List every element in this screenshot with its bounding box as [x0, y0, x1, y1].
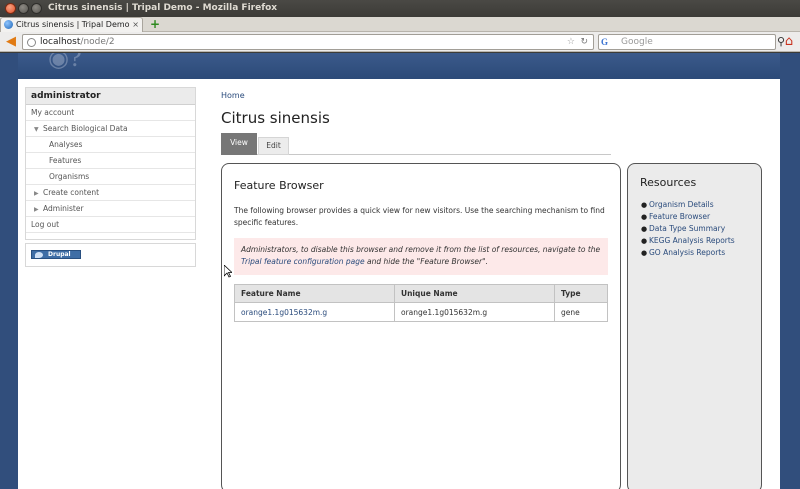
browser-tabstrip: Citrus sinensis | Tripal Demo × +	[0, 17, 800, 32]
sidebar-item-create-content[interactable]: ▶ Create content	[26, 185, 195, 201]
breadcrumb-home[interactable]: Home	[221, 90, 245, 102]
window-titlebar: Citrus sinensis | Tripal Demo - Mozilla …	[0, 0, 800, 17]
feature-browser-panel: Feature Browser The following browser pr…	[221, 163, 621, 489]
sidebar-item-label: My account	[31, 108, 75, 117]
collapsed-arrow-icon[interactable]: ▶	[34, 186, 43, 202]
sidebar-item-label: Create content	[43, 188, 100, 197]
home-icon[interactable]: ⌂	[780, 34, 798, 50]
expanded-arrow-icon[interactable]: ▼	[34, 122, 43, 138]
resource-label: Data Type Summary	[649, 224, 726, 233]
user-menu-block: administrator My account ▼ Search Biologic…	[25, 87, 196, 240]
resources-panel: Resources ● Organism Details ● Feature Bro…	[627, 163, 762, 489]
feature-name-cell: orange1.1g015632m.g	[234, 302, 395, 322]
url-text[interactable]: localhost/node/2	[40, 36, 115, 49]
resource-link-data-type-summary[interactable]: ● Data Type Summary	[641, 223, 735, 235]
resource-link-feature-browser[interactable]: ● Feature Browser	[641, 211, 735, 223]
google-engine-icon[interactable]: G	[601, 37, 614, 48]
browser-tab-label: Citrus sinensis | Tripal Demo	[16, 20, 130, 29]
mouse-cursor-icon	[224, 265, 232, 278]
tab-view[interactable]: View	[221, 133, 257, 155]
page-title: Citrus sinensis	[221, 109, 330, 127]
url-path: /node/2	[80, 37, 115, 47]
tab-close-icon[interactable]: ×	[132, 19, 139, 31]
resource-link-organism-details[interactable]: ● Organism Details	[641, 199, 735, 211]
column-header-type: Type	[554, 284, 608, 303]
web-page: ◉? administrator My account ▼ Search Biolo…	[0, 53, 800, 489]
window-minimize-icon[interactable]	[18, 3, 29, 14]
unique-name-cell: orange1.1g015632m.g	[394, 302, 555, 322]
drupal-drop-icon	[35, 252, 43, 258]
sidebar-item-label: Log out	[31, 220, 60, 229]
window-close-icon[interactable]	[5, 3, 16, 14]
browser-tab[interactable]: Citrus sinensis | Tripal Demo ×	[0, 17, 143, 32]
back-arrow-icon[interactable]: ◀	[3, 35, 19, 49]
favicon-icon	[4, 20, 13, 29]
sidebar-item-analyses[interactable]: Analyses	[26, 137, 195, 153]
type-cell: gene	[554, 302, 608, 322]
new-tab-button[interactable]: +	[148, 18, 162, 30]
feature-browser-description: The following browser provides a quick v…	[234, 206, 605, 227]
sidebar-item-search-biological-data[interactable]: ▼ Search Biological Data	[26, 121, 195, 137]
sidebar-item-label: Analyses	[49, 140, 83, 149]
admin-notice: Administrators, to disable this browser …	[234, 238, 608, 275]
feature-table: Feature Name Unique Name Type orange1.1g…	[234, 284, 608, 322]
sidebar-item-features[interactable]: Features	[26, 153, 195, 169]
browser-navbar: ◀ localhost/node/2 ☆ ↻ G Google ⚲ ⌂	[0, 32, 800, 52]
site-header: ◉?	[18, 53, 780, 79]
bullet-icon: ●	[641, 225, 648, 233]
globe-icon	[27, 38, 36, 47]
sidebar-item-label: Features	[49, 156, 82, 165]
sidebar-item-organisms[interactable]: Organisms	[26, 169, 195, 185]
sidebar-item-label: Administer	[43, 204, 84, 213]
sidebar-item-log-out[interactable]: Log out	[26, 217, 195, 233]
user-menu-title: administrator	[26, 88, 195, 105]
window-title: Citrus sinensis | Tripal Demo - Mozilla …	[48, 3, 278, 13]
bullet-icon: ●	[641, 237, 648, 245]
drupal-badge[interactable]: Drupal	[31, 250, 81, 259]
resource-label: GO Analysis Reports	[649, 248, 726, 257]
bookmark-star-icon[interactable]: ☆	[567, 36, 575, 49]
url-host: localhost	[40, 37, 81, 47]
node-tabs: View Edit	[221, 132, 611, 155]
resources-list: ● Organism Details ● Feature Browser ● Data…	[641, 199, 735, 259]
feature-link[interactable]: orange1.1g015632m.g	[241, 308, 327, 317]
powered-by-block: Drupal	[25, 243, 196, 267]
resource-label: KEGG Analysis Reports	[649, 236, 735, 245]
search-placeholder: Google	[621, 37, 653, 47]
collapsed-arrow-icon[interactable]: ▶	[34, 202, 43, 218]
bullet-icon: ●	[641, 249, 648, 257]
resource-label: Organism Details	[649, 200, 714, 209]
site-logo-icon[interactable]: ◉?	[48, 53, 108, 71]
sidebar-item-my-account[interactable]: My account	[26, 105, 195, 121]
column-header-unique-name: Unique Name	[394, 284, 555, 303]
column-header-feature-name: Feature Name	[234, 284, 395, 303]
bullet-icon: ●	[641, 201, 648, 209]
url-bar[interactable]: localhost/node/2 ☆ ↻	[22, 34, 594, 50]
resource-link-go-reports[interactable]: ● GO Analysis Reports	[641, 247, 735, 259]
sidebar-item-label: Organisms	[49, 172, 90, 181]
page-body: administrator My account ▼ Search Biologic…	[18, 79, 780, 489]
notice-text-after: and hide the "Feature Browser".	[364, 257, 488, 266]
table-header-row: Feature Name Unique Name Type	[234, 284, 608, 303]
search-bar[interactable]: G Google ⚲	[598, 34, 785, 50]
table-row: orange1.1g015632m.g orange1.1g015632m.g …	[234, 302, 608, 322]
sidebar-item-label: Search Biological Data	[43, 124, 128, 133]
reload-icon[interactable]: ↻	[580, 36, 588, 49]
notice-text-before: Administrators, to disable this browser …	[241, 245, 601, 254]
feature-browser-title: Feature Browser	[234, 179, 324, 192]
resources-title: Resources	[640, 176, 697, 189]
feature-config-link[interactable]: Tripal feature configuration page	[241, 257, 365, 266]
drupal-badge-label: Drupal	[48, 251, 71, 258]
window-maximize-icon[interactable]	[31, 3, 42, 14]
resource-label: Feature Browser	[649, 212, 711, 221]
sidebar-item-administer[interactable]: ▶ Administer	[26, 201, 195, 217]
resource-link-kegg-reports[interactable]: ● KEGG Analysis Reports	[641, 235, 735, 247]
tab-edit[interactable]: Edit	[258, 137, 289, 155]
bullet-icon: ●	[641, 213, 648, 221]
